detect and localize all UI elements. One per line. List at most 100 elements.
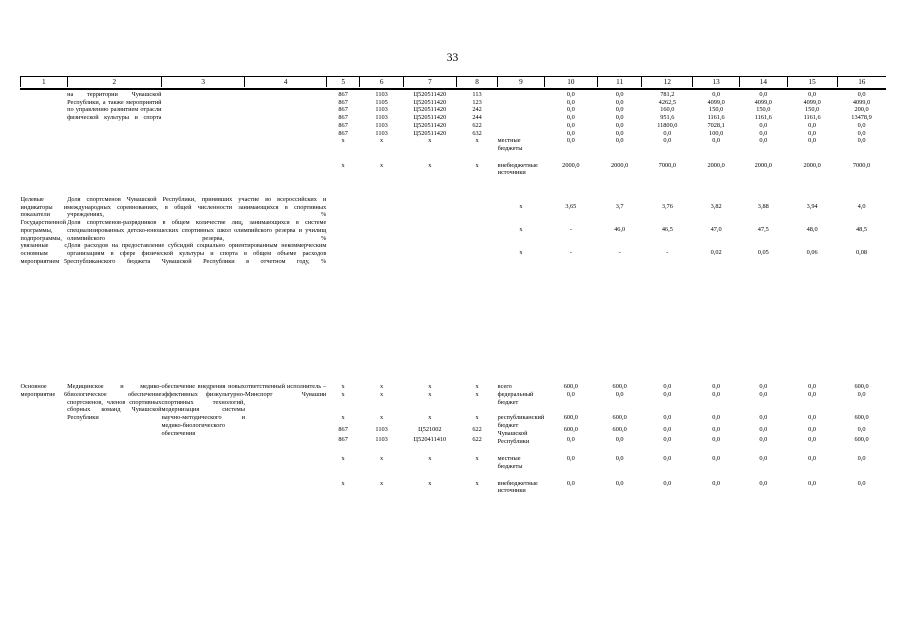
cell-c7: х <box>428 137 432 145</box>
block1-col1 <box>21 106 68 114</box>
cell-c12: 3,76 <box>661 203 673 211</box>
cell-c8: х <box>475 383 479 391</box>
cell-c5: 867 <box>338 106 348 114</box>
cell-c9 <box>498 122 545 130</box>
colnum-5: 5 <box>326 76 361 87</box>
block2-col7-blank <box>403 242 456 265</box>
cell-c7: Ц520511420 <box>413 91 447 98</box>
cell-c13: 0,0 <box>712 91 721 98</box>
cell-c12: 0,0 <box>663 137 672 145</box>
cell-c11: - <box>618 249 621 257</box>
cell-c8: х <box>475 414 479 422</box>
block2-col6-blank <box>360 242 403 265</box>
cell-c16: 7000,0 <box>852 161 871 169</box>
cell-c6: х <box>380 161 384 169</box>
block1-col1 <box>21 137 68 152</box>
colnum-2: 2 <box>67 76 162 87</box>
colnum-8: 8 <box>456 76 499 87</box>
cell-c16: 200,0 <box>854 106 869 114</box>
cell-c11: 0,0 <box>615 114 624 122</box>
cell-c16: 0,0 <box>857 479 866 487</box>
block3-row: Основное мероприятие 6 Медицинское и мед… <box>21 383 887 436</box>
block2-col8-blank <box>456 242 497 265</box>
cell-c12: 7000,0 <box>658 161 676 169</box>
cell-c15: 150,0 <box>805 106 820 114</box>
cell-c10: 0,0 <box>566 455 575 463</box>
block1-col2-description: на территории Чувашской Республики, а та… <box>67 91 162 122</box>
cell-c9: всего <box>497 383 512 391</box>
cell-c15: 0,0 <box>808 137 817 145</box>
colnum-16: 16 <box>858 77 866 86</box>
cell-c8: 242 <box>472 106 482 114</box>
cell-c8: 632 <box>472 129 482 137</box>
colnum-14: 14 <box>739 76 788 87</box>
cell-c5: 867 <box>338 121 348 129</box>
cell-c9: х <box>519 203 523 211</box>
budget-table: 1 2 3 4 5 6 7 8 9 10 11 12 13 14 15 16 н… <box>20 76 886 495</box>
cell-c15: 0,0 <box>808 426 817 434</box>
cell-c8: х <box>475 161 479 169</box>
colnum-15: 15 <box>787 76 838 87</box>
cell-c16: 0,0 <box>857 137 866 145</box>
cell-c8: х <box>475 479 479 487</box>
colnum-3: 3 <box>161 76 246 87</box>
cell-c10: 0,0 <box>566 91 575 98</box>
cell-c16: 600,0 <box>854 435 869 443</box>
block1-col1 <box>21 114 68 122</box>
cell-c16: 48,5 <box>856 226 868 234</box>
cell-c15: 0,0 <box>808 435 817 443</box>
cell-c7: Ц521002 <box>418 426 442 434</box>
cell-c9 <box>498 99 545 107</box>
cell-c7: х <box>428 479 432 487</box>
cell-c5: х <box>341 479 345 487</box>
cell-c7: х <box>428 161 432 169</box>
block2-col7-blank <box>403 196 456 219</box>
cell-c13: 150,0 <box>709 106 724 114</box>
cell-c9: х <box>519 226 523 234</box>
cell-c6: х <box>380 391 384 399</box>
cell-c8: х <box>475 137 479 145</box>
block3-col3-description: обеспечение внедрения новых эффективных … <box>161 383 245 437</box>
block2-indicator-text: Доля расходов на предоставление субсидий… <box>67 242 327 265</box>
cell-c15: 1161,6 <box>803 114 821 122</box>
cell-c11: 0,0 <box>615 91 624 98</box>
page-number: 33 <box>446 52 459 64</box>
cell-c10: 3,65 <box>565 203 577 211</box>
cell-c6: 1105 <box>375 98 388 106</box>
block3-col2-description: Медицинское и медико-биологическое обесп… <box>67 383 162 422</box>
cell-c11: 0,0 <box>615 435 624 443</box>
cell-c6: 1103 <box>375 114 388 122</box>
cell-c9: х <box>519 249 523 257</box>
cell-c7: Ц520511420 <box>413 121 447 129</box>
block2-col5-blank <box>326 196 360 219</box>
colnum-1: 1 <box>20 76 68 87</box>
cell-c13: 7028,1 <box>707 121 725 129</box>
cell-c11: 0,0 <box>615 129 624 137</box>
cell-c14: 1161,6 <box>754 114 772 122</box>
cell-c16: 600,0 <box>854 383 869 391</box>
cell-c9: местные бюджеты <box>497 455 523 470</box>
block2-col6-blank <box>360 196 403 219</box>
cell-c11: 0,0 <box>615 455 624 463</box>
cell-c13: 0,0 <box>712 455 721 463</box>
block1-col1 <box>21 99 68 107</box>
cell-c7: Ц520511420 <box>413 114 447 122</box>
cell-c10: - <box>569 249 572 257</box>
block2-col1-label: Целевые индикаторы и показатели Государс… <box>20 196 68 265</box>
cell-c8: 622 <box>472 121 482 129</box>
cell-c15: 0,0 <box>808 129 817 137</box>
block2-indicator-row: Целевые индикаторы и показатели Государс… <box>21 196 887 265</box>
block1-col1 <box>21 130 68 138</box>
cell-c12: 0,0 <box>663 383 672 391</box>
cell-c6: 1103 <box>375 106 388 114</box>
cell-c9: республиканский бюджет Чувашской Республ… <box>497 414 545 445</box>
cell-c15: 48,0 <box>806 226 818 234</box>
cell-c5: х <box>341 414 345 422</box>
cell-c5: 867 <box>338 91 348 98</box>
cell-c16: 4099,0 <box>852 98 871 106</box>
cell-c12: 4262,5 <box>658 98 676 106</box>
cell-c11: 600,0 <box>612 426 627 434</box>
cell-c12: 0,0 <box>663 129 672 137</box>
cell-c15: 0,0 <box>808 391 817 399</box>
cell-c10: 600,0 <box>563 414 578 422</box>
